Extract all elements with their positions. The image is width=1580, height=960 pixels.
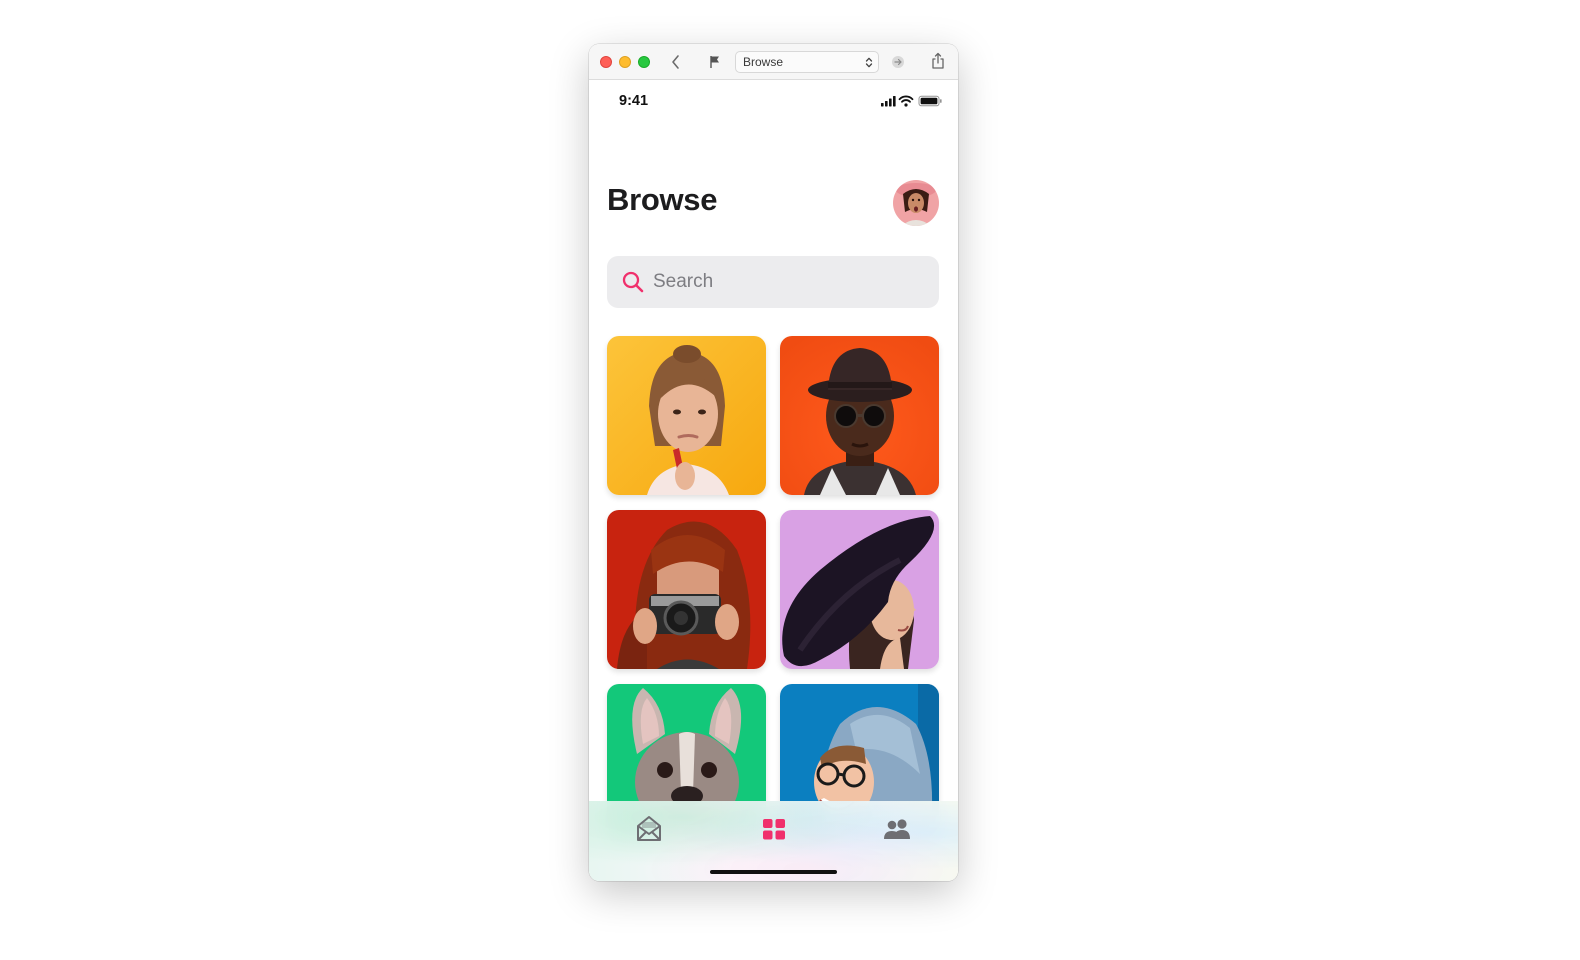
woman-camera-photo [607, 510, 766, 669]
photo-tile[interactable] [780, 336, 939, 495]
photo-tile[interactable] [607, 336, 766, 495]
back-chevron-icon[interactable] [669, 53, 683, 71]
search-input[interactable] [653, 256, 923, 308]
profile-avatar[interactable] [893, 180, 939, 226]
tab-inbox[interactable] [634, 814, 664, 844]
tab-friends[interactable] [882, 814, 912, 844]
zoom-window-button[interactable] [638, 56, 650, 68]
tab-bar [589, 801, 958, 881]
battery-icon [918, 95, 942, 107]
close-window-button[interactable] [600, 56, 612, 68]
cellular-signal-icon [881, 96, 896, 107]
woman-hat-profile-photo [780, 510, 939, 669]
status-icons [881, 95, 942, 107]
forward-arrow-icon[interactable] [891, 55, 905, 69]
page-select-dropdown[interactable]: Browse [735, 51, 879, 73]
search-icon [622, 271, 644, 293]
photo-tile[interactable] [607, 510, 766, 669]
share-icon[interactable] [931, 52, 945, 70]
woman-thinking-photo [607, 336, 766, 495]
man-hat-sunglasses-photo [780, 336, 939, 495]
flag-icon[interactable] [709, 55, 721, 69]
title-bar: Browse [589, 44, 958, 80]
tab-browse[interactable] [759, 814, 789, 844]
people-icon [884, 819, 910, 839]
photo-tile[interactable] [780, 510, 939, 669]
page-select-label: Browse [743, 55, 784, 69]
search-bar[interactable] [607, 256, 939, 308]
grid-icon [763, 819, 785, 840]
page-title: Browse [607, 182, 718, 217]
app-window: Browse 9:41 Browse Search [589, 44, 958, 881]
minimize-window-button[interactable] [619, 56, 631, 68]
up-down-chevron-icon [865, 57, 873, 68]
home-indicator [710, 870, 837, 874]
wifi-icon [898, 95, 914, 107]
envelope-open-icon [637, 816, 661, 841]
status-time: 9:41 [619, 93, 649, 109]
